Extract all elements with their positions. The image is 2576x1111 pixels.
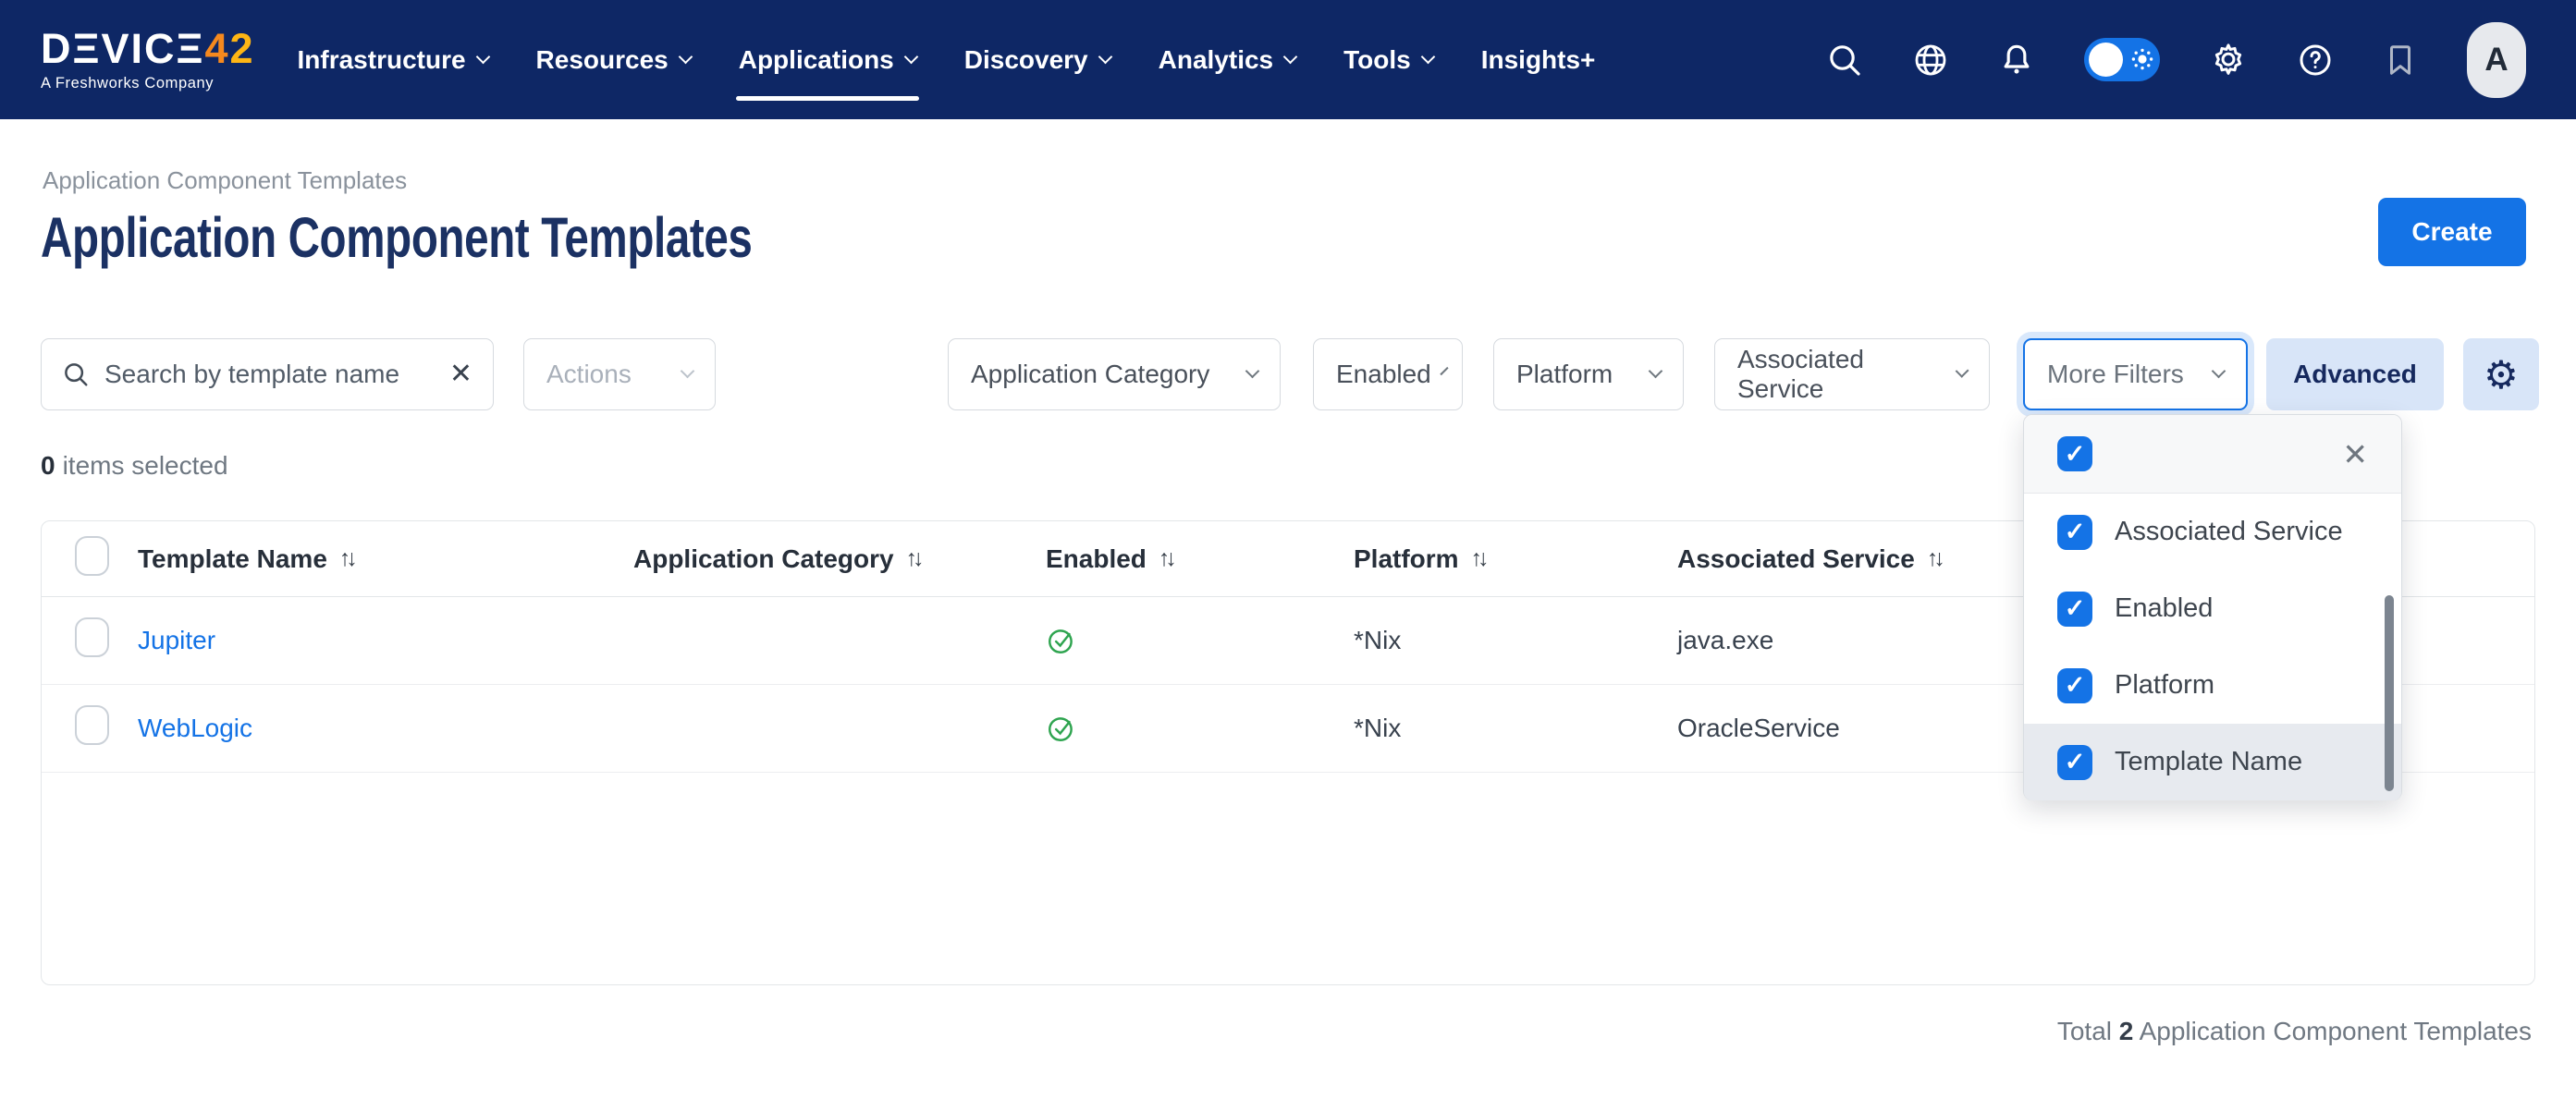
select-all-checkbox[interactable] [75,536,109,576]
chevron-down-icon [903,49,918,64]
sun-icon [2130,47,2154,71]
col-header-application-category: Application Category [633,544,894,574]
search-box [41,338,494,410]
more-filters-dropdown[interactable]: More Filters [2023,338,2248,410]
checkbox-checked-icon[interactable] [2057,668,2092,703]
enabled-check-icon [1046,713,1077,744]
chevron-down-icon [681,363,695,378]
chevron-down-icon [475,49,490,64]
chevron-down-icon [1440,366,1448,374]
bookmark-icon[interactable] [2383,42,2418,79]
chevron-down-icon [1955,363,1969,377]
page-title: Application Component Templates [41,205,953,270]
row-checkbox[interactable] [75,705,109,745]
col-header-platform: Platform [1354,544,1459,574]
enabled-check-icon [1046,625,1077,656]
main-menu: Infrastructure Resources Applications Di… [298,0,1596,119]
menu-resources[interactable]: Resources [536,0,691,119]
breadcrumb[interactable]: Application Component Templates [43,166,407,195]
toggle-knob-icon [2089,43,2123,77]
chevron-down-icon [1098,49,1112,64]
logo-tagline: A Freshworks Company [41,76,255,92]
chevron-down-icon [2212,363,2226,378]
clear-search-icon[interactable] [449,360,472,388]
logo-digit-4: 4 [204,25,229,72]
template-link[interactable]: WebLogic [138,714,252,742]
advanced-button[interactable]: Advanced [2266,338,2444,410]
row-checkbox[interactable] [75,617,109,657]
globe-icon[interactable] [1912,42,1949,79]
selection-status: 0items selected [41,451,228,481]
menu-tools[interactable]: Tools [1343,0,1433,119]
platform-cell: *Nix [1354,626,1401,655]
select-all-columns-checkbox[interactable] [2057,436,2092,471]
filter-application-category[interactable]: Application Category [948,338,1281,410]
search-input[interactable] [104,360,435,389]
col-header-template-name: Template Name [138,544,327,574]
filter-enabled[interactable]: Enabled [1313,338,1463,410]
filter-associated-service[interactable]: Associated Service [1714,338,1990,410]
sort-icon[interactable] [1927,545,1945,572]
close-icon[interactable] [2342,439,2368,470]
menu-infrastructure[interactable]: Infrastructure [298,0,488,119]
total-count: Total 2 Application Component Templates [2057,1017,2532,1046]
total-number: 2 [2119,1017,2134,1045]
create-button[interactable]: Create [2378,198,2526,266]
gear-icon[interactable] [2209,41,2248,79]
sort-icon[interactable] [339,545,358,572]
column-option-associated-service[interactable]: Associated Service [2024,494,2401,570]
bell-icon[interactable] [1998,42,2035,79]
associated-service-cell: OracleService [1677,714,1840,743]
logo-text: DΞVICΞ [41,25,204,72]
selected-count: 0 [41,451,55,480]
chevron-down-icon [1420,49,1435,64]
device42-logo[interactable]: DΞVICΞ42 A Freshworks Company [41,28,255,92]
logo-digit-2: 2 [229,25,254,72]
associated-service-cell: java.exe [1677,626,1773,655]
menu-analytics[interactable]: Analytics [1159,0,1296,119]
top-navbar: DΞVICΞ42 A Freshworks Company Infrastruc… [0,0,2576,119]
scrollbar-thumb[interactable] [2385,595,2394,791]
more-filters-panel: Associated Service Enabled Platform Temp… [2023,414,2402,800]
sort-icon[interactable] [1159,545,1177,572]
search-icon[interactable] [1826,42,1863,79]
template-link[interactable]: Jupiter [138,626,215,654]
chevron-down-icon [1245,363,1260,378]
chevron-down-icon [1283,49,1298,64]
sort-icon[interactable] [906,545,925,572]
menu-insights[interactable]: Insights+ [1481,0,1596,119]
actions-dropdown[interactable]: Actions [523,338,716,410]
table-settings-button[interactable] [2463,338,2539,410]
column-chooser-header [2024,415,2401,494]
column-option-enabled[interactable]: Enabled [2024,570,2401,647]
column-option-platform[interactable]: Platform [2024,647,2401,724]
user-avatar[interactable]: A [2467,22,2526,98]
logo-wordmark: DΞVICΞ42 [41,28,255,69]
chevron-down-icon [678,49,693,64]
platform-cell: *Nix [1354,714,1401,743]
checkbox-checked-icon[interactable] [2057,592,2092,627]
filter-platform[interactable]: Platform [1493,338,1684,410]
search-icon [62,360,90,388]
checkbox-checked-icon[interactable] [2057,515,2092,550]
menu-discovery[interactable]: Discovery [964,0,1110,119]
col-header-enabled: Enabled [1046,544,1147,574]
navbar-actions: A [1826,22,2526,98]
column-option-template-name[interactable]: Template Name [2024,724,2401,800]
checkbox-checked-icon[interactable] [2057,745,2092,780]
chevron-down-icon [1649,363,1663,378]
help-icon[interactable] [2297,42,2334,79]
sort-icon[interactable] [1471,545,1490,572]
theme-toggle[interactable] [2084,38,2160,81]
menu-applications[interactable]: Applications [739,0,916,119]
col-header-associated-service: Associated Service [1677,544,1915,574]
